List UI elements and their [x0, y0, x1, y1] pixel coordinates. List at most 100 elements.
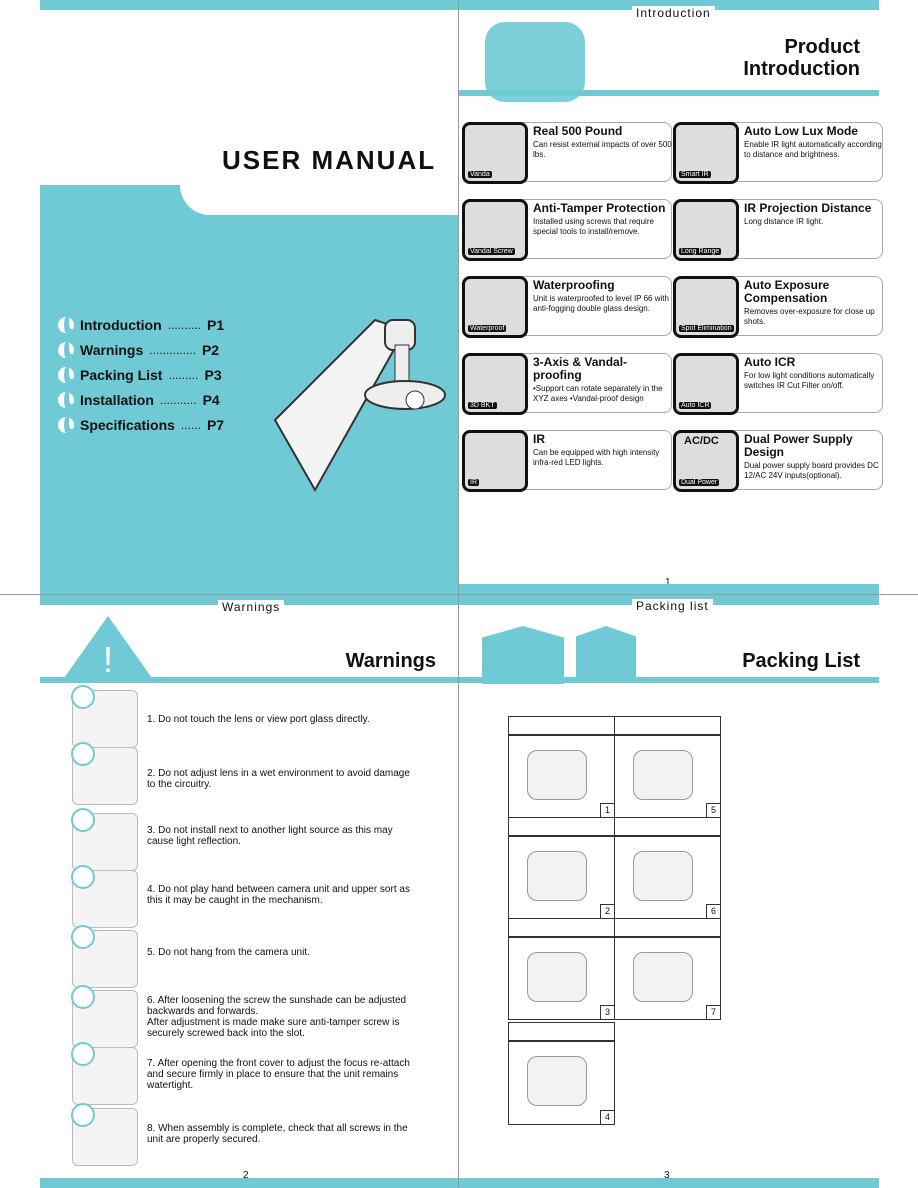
toc-dots: ......	[180, 418, 201, 432]
box-icon	[576, 626, 636, 678]
feature-title: Auto Low Lux Mode	[744, 124, 858, 138]
feature-icon: Vandal Screw	[462, 199, 528, 261]
feature-icon: IR	[462, 430, 528, 492]
feature-title-block: Auto Exposure Compensation Removes over-e…	[744, 279, 884, 327]
feature-desc: Dual power supply board provides DC 12/A…	[744, 461, 879, 480]
packing-item: 6	[614, 836, 721, 919]
moon-bullet-icon	[58, 317, 74, 333]
page-title: Packing List	[742, 650, 860, 672]
packing-item: 7	[614, 937, 721, 1020]
page-title: Warnings	[345, 650, 436, 672]
feature-title-block: Dual Power Supply Design Dual power suppl…	[744, 433, 884, 481]
warning-illustration	[71, 925, 138, 988]
feature-title-block: Auto Low Lux Mode Enable IR light automat…	[744, 125, 884, 160]
feature-icon: 3D BKT	[462, 353, 528, 415]
toc-dots: .........	[168, 368, 199, 382]
item-illustration	[527, 750, 587, 800]
bottom-band	[40, 1178, 458, 1188]
cover-corner	[40, 185, 180, 215]
feature-title: Auto ICR	[744, 355, 796, 369]
warning-illustration	[71, 808, 138, 871]
feature-icon: Auto ICR	[673, 353, 739, 415]
camera-illustration	[273, 318, 446, 493]
feature-card: Waterproof Waterproofing Unit is waterproo…	[462, 276, 673, 338]
feature-card: Vanda Real 500 Pound Can resist external i…	[462, 122, 672, 184]
toc-page: P7	[206, 417, 225, 433]
item-illustration	[633, 750, 693, 800]
warning-illustration	[71, 985, 138, 1048]
packing-item: 1	[508, 735, 615, 818]
feature-title-block: IR Projection Distance Long distance IR l…	[744, 202, 884, 227]
feature-title: Auto Exposure Compensation	[744, 278, 830, 305]
moon-bullet-icon	[58, 392, 74, 408]
feature-desc: Enable IR light automatically according …	[744, 140, 882, 159]
cover-title: USER MANUAL	[222, 145, 437, 175]
item-number: 6	[706, 904, 720, 918]
warning-illustration	[71, 1042, 138, 1105]
feature-badge: Dual Power	[679, 479, 720, 486]
feature-title-block: 3-Axis & Vandal-proofing •Support can rot…	[533, 356, 673, 404]
feature-badge: Auto ICR	[679, 402, 712, 409]
svg-text:!: !	[103, 639, 113, 680]
toc-item[interactable]: Installation........... P4	[58, 392, 220, 408]
feature-icon: Long Range	[673, 199, 739, 261]
item-illustration	[527, 851, 587, 901]
packing-label-cell	[614, 918, 721, 937]
toc-item[interactable]: Warnings.............. P2	[58, 342, 219, 358]
warning-item: 6. After loosening the screw the sunshad…	[147, 995, 407, 1039]
feature-badge: Vandal Screw	[468, 248, 515, 255]
feature-title: IR	[533, 432, 545, 446]
feature-desc: •Support can rotate separately in the XY…	[533, 384, 663, 403]
toc-item[interactable]: Specifications...... P7	[58, 417, 224, 433]
warning-item: 7. After opening the front cover to adju…	[147, 1058, 410, 1091]
toc-dots: ..........	[167, 318, 201, 332]
page-header: Introduction	[632, 6, 715, 20]
item-illustration	[633, 851, 693, 901]
feature-desc: Can resist external impacts of over 500 …	[533, 140, 672, 159]
toc-item[interactable]: Introduction.......... P1	[58, 317, 224, 333]
item-illustration	[633, 952, 693, 1002]
feature-badge: Spot Elimination	[679, 325, 734, 332]
feature-desc: Unit is waterproofed to level IP 66 with…	[533, 294, 669, 313]
feature-title: 3-Axis & Vandal-proofing	[533, 355, 628, 382]
feature-title: Dual Power Supply Design	[744, 432, 853, 459]
packing-item: 4	[508, 1041, 615, 1125]
item-number: 1	[600, 803, 614, 817]
packing-label-cell	[508, 1022, 615, 1041]
packing-item: 2Manual	[508, 836, 615, 919]
toc-page: P4	[202, 392, 220, 408]
feature-badge: Smart IR	[679, 171, 711, 178]
feature-title: Waterproofing	[533, 278, 615, 292]
feature-title-block: Anti-Tamper Protection Installed using sc…	[533, 202, 673, 237]
feature-badge: 3D BKT	[468, 402, 497, 409]
feature-icon: Dual Power AC/DC	[673, 430, 739, 492]
item-number: 5	[706, 803, 720, 817]
feature-icon-text: AC/DC	[684, 435, 719, 447]
feature-badge: IR	[468, 479, 479, 486]
feature-title-block: Waterproofing Unit is waterproofed to lev…	[533, 279, 673, 314]
item-illustration	[527, 1056, 587, 1106]
warning-illustration	[71, 685, 138, 748]
warning-triangle-icon: !	[64, 616, 152, 680]
toc-item[interactable]: Packing List......... P3	[58, 367, 222, 383]
toc-label: Packing List	[80, 367, 163, 383]
bottom-band	[459, 1178, 879, 1188]
item-number: 2	[600, 904, 614, 918]
feature-icon: Waterproof	[462, 276, 528, 338]
feature-title: IR Projection Distance	[744, 201, 872, 215]
page-header: Packing list	[632, 599, 713, 613]
feature-card: Auto ICR Auto ICR For low light conditions…	[673, 353, 883, 415]
packing-label-cell	[508, 817, 615, 836]
bottom-band	[40, 584, 458, 594]
toc-page: P1	[207, 317, 225, 333]
feature-badge: Waterproof	[468, 325, 507, 332]
packing-label-cell	[614, 817, 721, 836]
title-rule	[40, 677, 458, 683]
moon-bullet-icon	[58, 342, 74, 358]
feature-card: Spot Elimination Auto Exposure Compensati…	[673, 276, 884, 338]
item-illustration	[527, 952, 587, 1002]
warning-item: 3. Do not install next to another light …	[147, 825, 393, 847]
feature-desc: Removes over-exposure for close up shots…	[744, 307, 875, 326]
box-icon	[482, 626, 564, 684]
feature-desc: Can be equipped with high intensity infr…	[533, 448, 660, 467]
